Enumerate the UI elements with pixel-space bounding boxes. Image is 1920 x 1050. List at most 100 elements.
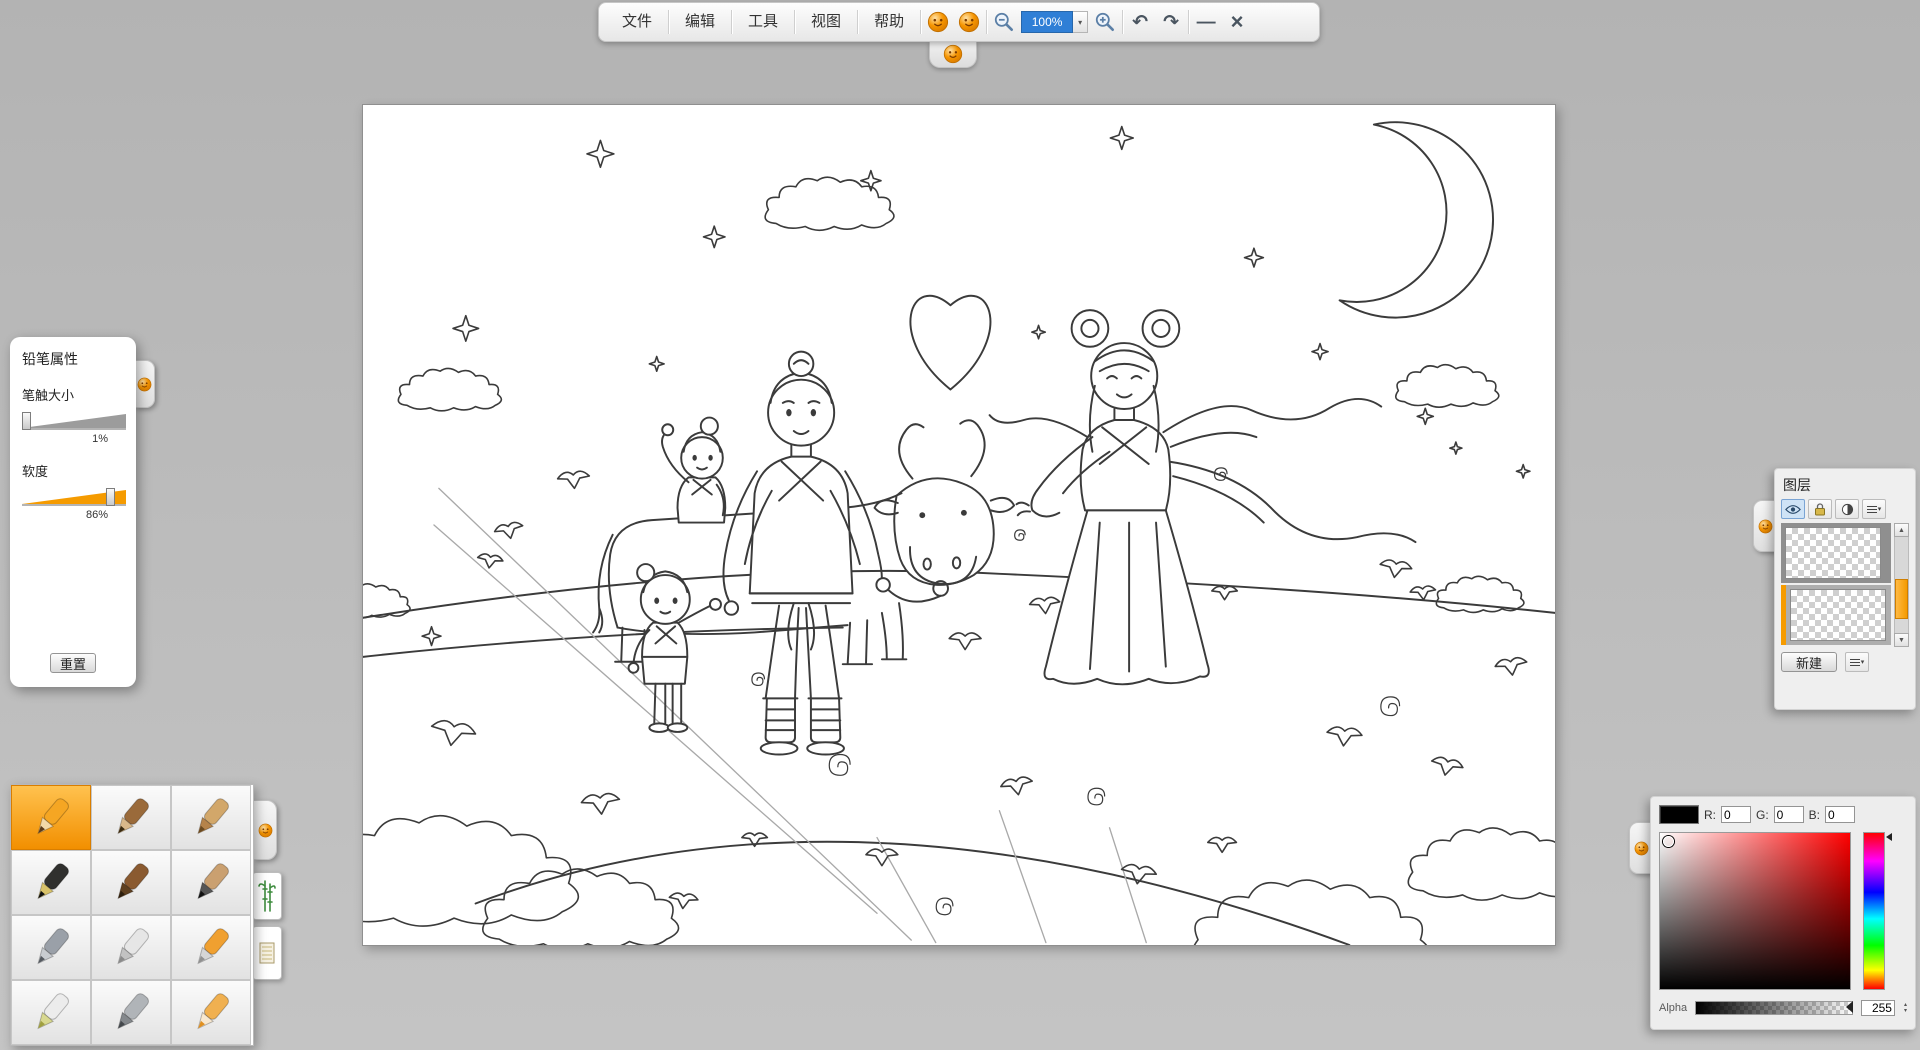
layer-1-thumbnail <box>1785 527 1881 579</box>
toolbar-separator <box>731 10 732 34</box>
alpha-spinner[interactable]: ▴ ▾ <box>1904 1002 1907 1014</box>
undo-button[interactable]: ↶ <box>1126 7 1154 37</box>
softness-handle[interactable] <box>106 488 115 506</box>
paint-tube-icon <box>27 989 75 1037</box>
close-button[interactable]: × <box>1223 7 1251 37</box>
alpha-marker[interactable] <box>1846 1001 1853 1013</box>
scroll-down-button[interactable]: ▼ <box>1894 633 1909 647</box>
red-input[interactable] <box>1721 806 1751 823</box>
fountain-pen-icon <box>27 859 75 907</box>
layers-menu-button[interactable]: ▾ <box>1845 652 1869 672</box>
layer-lock-button[interactable] <box>1808 499 1832 519</box>
pencil-panel-handle[interactable] <box>135 360 155 408</box>
tool-ink-brush[interactable] <box>171 850 251 915</box>
tool-paint-brush[interactable] <box>91 850 171 915</box>
bamboo-tool-button[interactable] <box>252 872 282 920</box>
hue-marker[interactable] <box>1886 833 1892 841</box>
brush-size-handle[interactable] <box>22 412 31 430</box>
zoom-out-button[interactable] <box>990 7 1018 37</box>
tool-quill-pen[interactable] <box>91 980 171 1045</box>
pencil-panel-title: 铅笔属性 <box>22 349 124 369</box>
hue-slider[interactable] <box>1863 832 1885 990</box>
zoom-level-input[interactable] <box>1021 11 1073 33</box>
tool-wood-pen[interactable] <box>171 785 251 850</box>
toolbar-separator <box>1188 10 1189 34</box>
zoom-out-icon <box>993 11 1015 33</box>
color-picker-cursor[interactable] <box>1663 836 1674 847</box>
new-layer-button[interactable]: 新建 <box>1781 652 1837 672</box>
artwork-weaver-girl <box>990 310 1416 684</box>
mascot-button-1[interactable] <box>924 7 952 37</box>
airbrush-icon <box>27 924 75 972</box>
zoom-in-button[interactable] <box>1091 7 1119 37</box>
layer-row-1[interactable] <box>1781 523 1891 583</box>
eye-icon <box>1785 504 1801 515</box>
tool-fountain-pen[interactable] <box>11 850 91 915</box>
tool-palette-knife[interactable] <box>91 915 171 980</box>
layers-list <box>1781 523 1891 647</box>
current-color-swatch[interactable] <box>1659 805 1699 824</box>
scrollbar-track[interactable] <box>1894 537 1909 633</box>
minimize-button[interactable]: — <box>1192 7 1220 37</box>
tool-palette <box>10 784 254 1046</box>
color-panel: R: G: B: Alpha ▴ ▾ <box>1650 796 1916 1030</box>
alpha-input[interactable] <box>1861 1000 1895 1016</box>
top-toolbar: 文件 编辑 工具 视图 帮助 ▾ ↶ ↷ — <box>598 2 1320 42</box>
menu-tools[interactable]: 工具 <box>735 3 791 41</box>
blue-input[interactable] <box>1825 806 1855 823</box>
menu-edit[interactable]: 编辑 <box>672 3 728 41</box>
spinner-down-icon: ▾ <box>1904 1008 1907 1014</box>
layers-panel-handle[interactable] <box>1753 500 1776 552</box>
color-panel-handle[interactable] <box>1629 822 1652 874</box>
scroll-up-icon: ▲ <box>1898 527 1905 534</box>
paint-roller-icon <box>187 924 235 972</box>
zoom-in-icon <box>1094 11 1116 33</box>
redo-button[interactable]: ↷ <box>1157 7 1185 37</box>
canvas-artwork <box>363 105 1555 945</box>
mascot-ball-icon <box>1634 841 1649 856</box>
paper-texture-icon <box>259 942 275 964</box>
alpha-label: Alpha <box>1659 1002 1687 1014</box>
zoom-dropdown-button[interactable]: ▾ <box>1073 11 1088 33</box>
toolbar-collapse-handle[interactable] <box>929 41 977 68</box>
scroll-up-button[interactable]: ▲ <box>1894 523 1909 537</box>
blue-label: B: <box>1809 808 1820 822</box>
softness-slider[interactable] <box>22 488 126 506</box>
artwork-child-on-ox <box>662 418 725 523</box>
brush-size-label: 笔触大小 <box>22 385 124 404</box>
layer-blend-button[interactable] <box>1835 499 1859 519</box>
reset-button[interactable]: 重置 <box>50 653 96 673</box>
toolbar-separator <box>668 10 669 34</box>
mascot-ball-icon <box>137 377 152 392</box>
list-icon <box>1850 659 1860 666</box>
saturation-value-field[interactable] <box>1659 832 1851 990</box>
tool-palette-handle[interactable] <box>254 800 277 860</box>
brush-size-slider[interactable] <box>22 412 126 430</box>
tool-sketch-pencil[interactable] <box>91 785 171 850</box>
tool-paint-roller[interactable] <box>171 915 251 980</box>
menu-file[interactable]: 文件 <box>609 3 665 41</box>
pencil-icon <box>27 794 75 842</box>
palette-knife-icon <box>107 924 155 972</box>
layers-scrollbar[interactable]: ▲ ▼ <box>1894 523 1909 647</box>
mascot-button-2[interactable] <box>955 7 983 37</box>
layer-options-button[interactable]: ▾ <box>1862 499 1886 519</box>
mascot-ball-icon <box>943 44 963 64</box>
paper-texture-button[interactable] <box>252 926 282 980</box>
alpha-slider[interactable] <box>1695 1001 1853 1015</box>
scrollbar-thumb[interactable] <box>1895 579 1908 619</box>
layer-visibility-button[interactable] <box>1781 499 1805 519</box>
green-input[interactable] <box>1774 806 1804 823</box>
menu-view[interactable]: 视图 <box>798 3 854 41</box>
tool-pencil[interactable] <box>11 785 91 850</box>
layer-row-2[interactable] <box>1781 585 1891 645</box>
tool-airbrush[interactable] <box>11 915 91 980</box>
tool-paint-tube[interactable] <box>11 980 91 1045</box>
tool-crayon[interactable] <box>171 980 251 1045</box>
menu-help[interactable]: 帮助 <box>861 3 917 41</box>
brush-size-track <box>22 414 126 428</box>
artwork-heart <box>910 296 990 390</box>
drawing-canvas[interactable] <box>362 104 1556 946</box>
chevron-down-icon: ▾ <box>1078 18 1082 27</box>
quill-pen-icon <box>107 989 155 1037</box>
